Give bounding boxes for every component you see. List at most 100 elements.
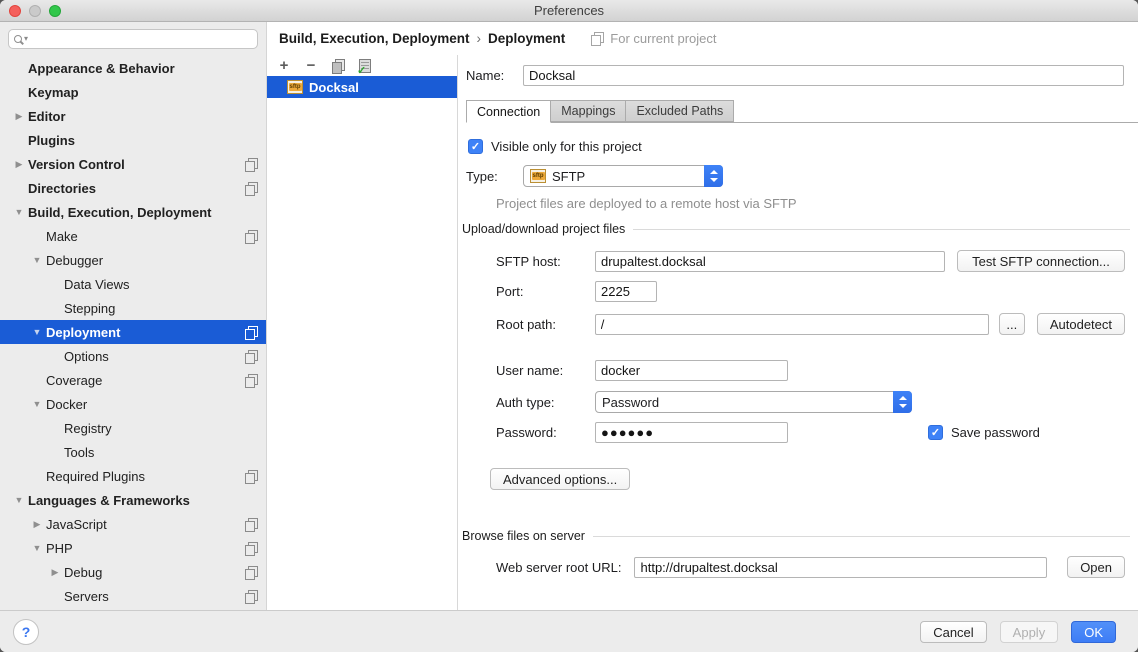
sidebar-item-label: Registry xyxy=(64,421,258,436)
browse-root-path-button[interactable]: ... xyxy=(999,313,1025,335)
sidebar-item-javascript[interactable]: ▶JavaScript xyxy=(0,512,266,536)
chevron-down-icon[interactable]: ▼ xyxy=(10,495,28,505)
save-password-checkbox[interactable]: ✓ xyxy=(928,425,943,440)
sidebar-item-php[interactable]: ▼PHP xyxy=(0,536,266,560)
sidebar-item-label: Required Plugins xyxy=(46,469,245,484)
port-label: Port: xyxy=(496,284,595,299)
add-server-button[interactable]: + xyxy=(275,57,293,75)
type-value: SFTP xyxy=(552,169,585,184)
user-name-input[interactable] xyxy=(595,360,788,381)
sidebar-item-required-plugins[interactable]: Required Plugins xyxy=(0,464,266,488)
help-button[interactable]: ? xyxy=(13,619,39,645)
project-icon xyxy=(245,542,258,555)
chevron-right-icon[interactable]: ▶ xyxy=(10,111,28,122)
sftp-host-input[interactable] xyxy=(595,251,945,272)
port-input[interactable] xyxy=(595,281,657,302)
cancel-button[interactable]: Cancel xyxy=(920,621,986,643)
sidebar-item-make[interactable]: Make xyxy=(0,224,266,248)
breadcrumb-parent[interactable]: Build, Execution, Deployment xyxy=(279,31,470,46)
sidebar-item-label: Editor xyxy=(28,109,258,124)
remove-server-button[interactable]: − xyxy=(302,57,320,75)
tab-connection[interactable]: Connection xyxy=(466,100,551,123)
use-as-default-button[interactable] xyxy=(356,57,374,75)
sidebar-item-data-views[interactable]: Data Views xyxy=(0,272,266,296)
server-list-toolbar: +− xyxy=(267,55,457,76)
sftp-file-icon: sftp xyxy=(287,80,303,94)
section-divider xyxy=(593,536,1130,537)
sidebar-item-debug[interactable]: ▶Debug xyxy=(0,560,266,584)
web-root-input[interactable] xyxy=(634,557,1047,578)
type-select[interactable]: sftp SFTP xyxy=(523,165,723,187)
chevron-down-icon[interactable]: ▼ xyxy=(10,207,28,217)
type-hint: Project files are deployed to a remote h… xyxy=(496,196,797,211)
search-options-caret-icon[interactable]: ▾ xyxy=(24,35,28,43)
sidebar-item-plugins[interactable]: Plugins xyxy=(0,128,266,152)
visible-only-checkbox[interactable]: ✓ xyxy=(468,139,483,154)
sidebar-item-directories[interactable]: Directories xyxy=(0,176,266,200)
test-sftp-connection-button[interactable]: Test SFTP connection... xyxy=(957,250,1125,272)
sidebar-item-label: Appearance & Behavior xyxy=(28,61,258,76)
settings-search-field[interactable]: ▾ xyxy=(8,29,258,49)
type-label: Type: xyxy=(466,169,523,184)
zoom-window-button[interactable] xyxy=(49,5,61,17)
sidebar-item-languages-frameworks[interactable]: ▼Languages & Frameworks xyxy=(0,488,266,512)
sidebar-item-debugger[interactable]: ▼Debugger xyxy=(0,248,266,272)
chevron-right-icon[interactable]: ▶ xyxy=(28,519,46,530)
sidebar-item-label: Tools xyxy=(64,445,258,460)
copy-server-button[interactable] xyxy=(329,57,347,75)
search-input[interactable] xyxy=(30,32,252,46)
sidebar-item-editor[interactable]: ▶Editor xyxy=(0,104,266,128)
name-label: Name: xyxy=(466,68,523,83)
chevron-down-icon[interactable]: ▼ xyxy=(28,399,46,409)
sidebar-item-stepping[interactable]: Stepping xyxy=(0,296,266,320)
sidebar-item-appearance-behavior[interactable]: Appearance & Behavior xyxy=(0,56,266,80)
sidebar-item-label: Servers xyxy=(64,589,245,604)
tab-bar: ConnectionMappingsExcluded Paths xyxy=(466,100,1138,123)
sidebar-item-docker[interactable]: ▼Docker xyxy=(0,392,266,416)
password-input[interactable] xyxy=(595,422,788,443)
search-icon xyxy=(14,35,22,43)
project-icon xyxy=(245,518,258,531)
close-window-button[interactable] xyxy=(9,5,21,17)
tab-mappings[interactable]: Mappings xyxy=(551,100,626,122)
chevron-down-icon[interactable]: ▼ xyxy=(28,255,46,265)
dropdown-stepper-icon xyxy=(893,391,912,413)
sidebar-item-label: Plugins xyxy=(28,133,258,148)
chevron-right-icon[interactable]: ▶ xyxy=(46,567,64,578)
page-header: Build, Execution, Deployment › Deploymen… xyxy=(267,22,1138,55)
sidebar-item-label: Debug xyxy=(64,565,245,580)
sftp-host-label: SFTP host: xyxy=(496,254,595,269)
sidebar-item-label: JavaScript xyxy=(46,517,245,532)
ok-button[interactable]: OK xyxy=(1071,621,1116,643)
name-input[interactable] xyxy=(523,65,1124,86)
sidebar-item-build-execution-deployment[interactable]: ▼Build, Execution, Deployment xyxy=(0,200,266,224)
server-list-panel: +− sftp Docksal xyxy=(267,55,458,610)
server-item-label: Docksal xyxy=(309,80,359,95)
sidebar-item-tools[interactable]: Tools xyxy=(0,440,266,464)
sidebar-item-label: Version Control xyxy=(28,157,245,172)
sidebar-item-deployment[interactable]: ▼Deployment xyxy=(0,320,266,344)
chevron-down-icon[interactable]: ▼ xyxy=(28,327,46,337)
autodetect-button[interactable]: Autodetect xyxy=(1037,313,1125,335)
sidebar-item-options[interactable]: Options xyxy=(0,344,266,368)
sidebar-item-coverage[interactable]: Coverage xyxy=(0,368,266,392)
save-password-label: Save password xyxy=(951,425,1040,440)
settings-tree: Appearance & BehaviorKeymap▶EditorPlugin… xyxy=(0,56,266,608)
tab-excluded-paths[interactable]: Excluded Paths xyxy=(626,100,734,122)
auth-type-select[interactable]: Password xyxy=(595,391,912,413)
sftp-file-icon: sftp xyxy=(530,169,546,183)
server-item-docksal[interactable]: sftp Docksal xyxy=(267,76,457,98)
sidebar-item-version-control[interactable]: ▶Version Control xyxy=(0,152,266,176)
chevron-right-icon[interactable]: ▶ xyxy=(10,159,28,170)
sidebar-item-label: Docker xyxy=(46,397,258,412)
sidebar-item-registry[interactable]: Registry xyxy=(0,416,266,440)
open-url-button[interactable]: Open xyxy=(1067,556,1125,578)
root-path-label: Root path: xyxy=(496,317,595,332)
advanced-options-button[interactable]: Advanced options... xyxy=(490,468,630,490)
dialog-footer: ? Cancel Apply OK xyxy=(0,610,1138,652)
sidebar-item-keymap[interactable]: Keymap xyxy=(0,80,266,104)
sidebar-item-label: Build, Execution, Deployment xyxy=(28,205,258,220)
root-path-input[interactable] xyxy=(595,314,989,335)
sidebar-item-servers[interactable]: Servers xyxy=(0,584,266,608)
chevron-down-icon[interactable]: ▼ xyxy=(28,543,46,553)
